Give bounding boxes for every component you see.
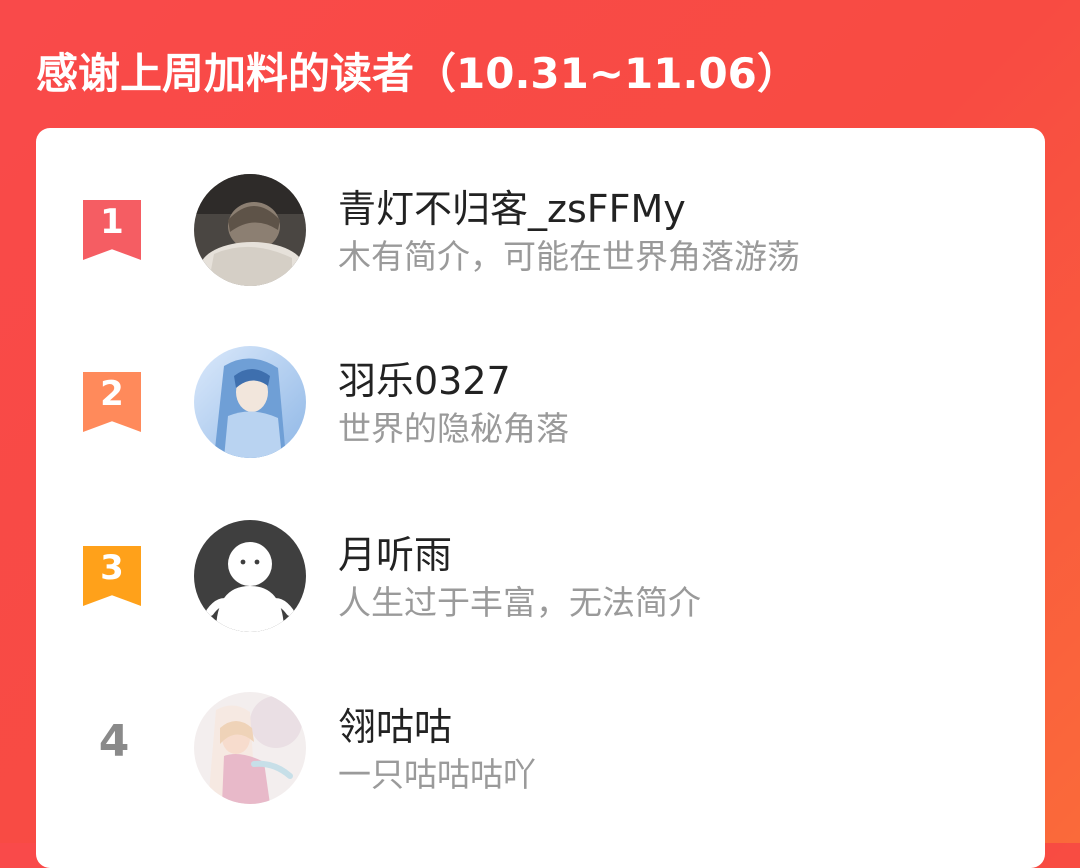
reader-name[interactable]: 青灯不归客_zsFFMy: [338, 178, 686, 233]
reader-name[interactable]: 羽乐0327: [338, 350, 511, 405]
list-item-reader-3[interactable]: 3 月听雨 人生过于丰富，无法简介: [36, 510, 1045, 660]
reader-list-card: 1 青灯不归客_zsFFMy 木有简介，可能在世界角落游荡 2 羽乐0327 世…: [36, 128, 1045, 868]
avatar-sleeping-boy-icon[interactable]: [194, 174, 306, 286]
reader-bio: 木有简介，可能在世界角落游荡: [338, 237, 800, 276]
avatar-default-silhouette-icon[interactable]: [194, 520, 306, 632]
list-item-reader-2[interactable]: 2 羽乐0327 世界的隐秘角落: [36, 336, 1045, 486]
reader-bio: 一只咕咕咕吖: [338, 755, 536, 794]
list-item-reader-4[interactable]: 4 翎咕咕 一只咕咕咕吖: [36, 682, 1045, 832]
avatar-anime-girl-icon[interactable]: [194, 692, 306, 804]
rank-badge-2: 2: [83, 372, 141, 432]
reader-bio: 世界的隐秘角落: [338, 409, 569, 448]
rank-number: 2: [100, 374, 124, 414]
avatar-blue-hair-character-icon[interactable]: [194, 346, 306, 458]
reader-name[interactable]: 月听雨: [338, 524, 452, 579]
rank-badge-3: 3: [83, 546, 141, 606]
reader-bio: 人生过于丰富，无法简介: [338, 583, 701, 622]
reader-name[interactable]: 翎咕咕: [338, 696, 452, 751]
rank-number-plain: 4: [98, 716, 130, 767]
list-item-reader-1[interactable]: 1 青灯不归客_zsFFMy 木有简介，可能在世界角落游荡: [36, 164, 1045, 314]
page-title: 感谢上周加料的读者（10.31~11.06）: [36, 49, 799, 98]
rank-number: 1: [100, 202, 124, 242]
rank-number: 3: [100, 548, 124, 588]
rank-badge-1: 1: [83, 200, 141, 260]
